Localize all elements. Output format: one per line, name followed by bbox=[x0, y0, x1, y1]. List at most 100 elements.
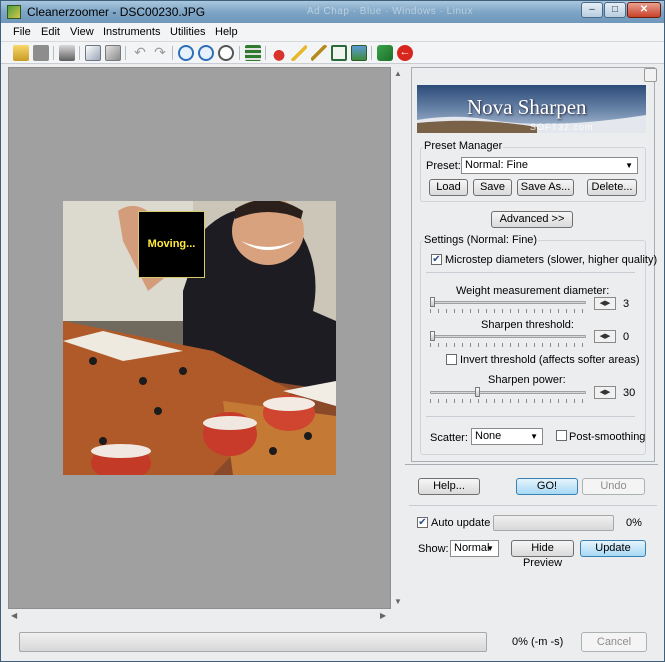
scroll-down-icon[interactable]: ▼ bbox=[394, 597, 402, 606]
show-select-value: Normal bbox=[454, 542, 490, 554]
weight-spinner[interactable]: ◀▶ bbox=[594, 297, 616, 310]
arrows-icon[interactable] bbox=[377, 45, 393, 61]
threshold-spinner[interactable]: ◀▶ bbox=[594, 330, 616, 343]
image-icon[interactable] bbox=[351, 45, 367, 61]
threshold-slider-thumb[interactable] bbox=[430, 331, 435, 341]
auto-update-label: Auto update bbox=[431, 517, 491, 529]
toolbar-separator bbox=[371, 46, 372, 60]
undo-icon[interactable]: ↶ bbox=[132, 45, 148, 61]
preset-manager-label: Preset Manager bbox=[423, 140, 504, 152]
panel-scrollbar[interactable] bbox=[644, 68, 657, 82]
cancel-button[interactable]: Cancel bbox=[581, 632, 647, 652]
magic-wand-icon[interactable] bbox=[311, 45, 327, 61]
scroll-up-icon[interactable]: ▲ bbox=[394, 69, 402, 78]
brush-icon[interactable] bbox=[291, 45, 307, 61]
divider bbox=[426, 272, 635, 273]
scroll-right-icon[interactable]: ▶ bbox=[380, 611, 386, 620]
main-progress-bar bbox=[19, 632, 487, 652]
canvas-horizontal-scrollbar[interactable]: ◀ ▶ bbox=[8, 609, 391, 623]
stop-icon[interactable]: ← bbox=[397, 45, 413, 61]
show-select[interactable]: Normal ▼ bbox=[450, 540, 499, 557]
divider bbox=[405, 464, 658, 465]
weight-label: Weight measurement diameter: bbox=[456, 285, 610, 297]
canvas-vertical-scrollbar[interactable]: ▲ ▼ bbox=[391, 67, 405, 609]
toolbar-separator bbox=[79, 46, 80, 60]
threshold-slider[interactable] bbox=[430, 335, 586, 338]
open-icon[interactable] bbox=[13, 45, 29, 61]
preset-label: Preset: bbox=[426, 160, 461, 172]
filter-icon[interactable] bbox=[245, 45, 261, 61]
scatter-select-value: None bbox=[475, 430, 502, 442]
power-label: Sharpen power: bbox=[488, 374, 566, 386]
weight-slider-thumb[interactable] bbox=[430, 297, 435, 307]
weight-slider[interactable] bbox=[430, 301, 586, 304]
power-slider[interactable] bbox=[430, 391, 586, 394]
status-bar: 0% (-m -s) Cancel bbox=[1, 627, 664, 661]
threshold-value: 0 bbox=[623, 331, 630, 343]
panel-progress-text: 0% bbox=[626, 517, 642, 529]
power-spinner[interactable]: ◀▶ bbox=[594, 386, 616, 399]
save-as-button[interactable]: Save As... bbox=[517, 179, 574, 196]
zoom-in-icon[interactable] bbox=[178, 45, 194, 61]
chevron-down-icon: ▼ bbox=[530, 432, 538, 441]
redo-icon[interactable]: ↷ bbox=[152, 45, 168, 61]
toolbar-separator bbox=[265, 46, 266, 60]
delete-preset-button[interactable]: Delete... bbox=[587, 179, 637, 196]
toolbar-separator bbox=[172, 46, 173, 60]
power-value: 30 bbox=[623, 387, 636, 399]
color-icon[interactable] bbox=[271, 45, 287, 61]
print-icon[interactable] bbox=[59, 45, 75, 61]
zoom-fit-icon[interactable] bbox=[218, 45, 234, 61]
update-button[interactable]: Update bbox=[580, 540, 646, 557]
auto-update-checkbox[interactable]: ✔ bbox=[417, 517, 428, 528]
panel-progress-bar bbox=[493, 515, 614, 531]
menu-utilities[interactable]: Utilities bbox=[170, 26, 205, 38]
moving-overlay: Moving... bbox=[138, 211, 205, 278]
toolbar-separator bbox=[125, 46, 126, 60]
plugin-banner: Nova Sharpen SOFT32.com bbox=[417, 85, 646, 133]
go-button[interactable]: GO! bbox=[516, 478, 578, 495]
scatter-label: Scatter: bbox=[430, 432, 468, 444]
scroll-left-icon[interactable]: ◀ bbox=[11, 611, 17, 620]
title-bar[interactable]: Cleanerzoomer - DSC00230.JPG Ad Chap · B… bbox=[1, 1, 664, 23]
chevron-down-icon: ▼ bbox=[625, 161, 633, 170]
hide-preview-button[interactable]: Hide Preview bbox=[511, 540, 574, 569]
power-slider-thumb[interactable] bbox=[475, 387, 480, 397]
minimize-button[interactable]: – bbox=[581, 2, 603, 18]
maximize-button[interactable]: □ bbox=[604, 2, 626, 18]
menu-help[interactable]: Help bbox=[215, 26, 238, 38]
menu-edit[interactable]: Edit bbox=[41, 26, 60, 38]
toolbar-separator bbox=[53, 46, 54, 60]
undo-button[interactable]: Undo bbox=[582, 478, 645, 495]
paste-icon[interactable] bbox=[105, 45, 121, 61]
divider bbox=[409, 505, 657, 506]
post-smoothing-checkbox[interactable] bbox=[556, 430, 567, 441]
close-button[interactable]: ✕ bbox=[627, 2, 661, 18]
app-icon bbox=[7, 5, 21, 19]
toolbar: ↶ ↷ ← bbox=[1, 42, 664, 64]
threshold-label: Sharpen threshold: bbox=[481, 319, 574, 331]
scatter-select[interactable]: None ▼ bbox=[471, 428, 543, 445]
preset-select[interactable]: Normal: Fine ▼ bbox=[461, 157, 638, 174]
menu-view[interactable]: View bbox=[70, 26, 94, 38]
weight-slider-ticks bbox=[430, 309, 586, 313]
copy-icon[interactable] bbox=[85, 45, 101, 61]
save-icon[interactable] bbox=[33, 45, 49, 61]
invert-threshold-label: Invert threshold (affects softer areas) bbox=[460, 354, 640, 366]
microstep-checkbox[interactable]: ✔ bbox=[431, 254, 442, 265]
load-button[interactable]: Load bbox=[429, 179, 468, 196]
invert-threshold-checkbox[interactable] bbox=[446, 354, 457, 365]
advanced-button[interactable]: Advanced >> bbox=[491, 211, 573, 228]
menu-bar: File Edit View Instruments Utilities Hel… bbox=[1, 23, 664, 42]
toolbar-separator bbox=[239, 46, 240, 60]
post-smoothing-label: Post-smoothing bbox=[569, 431, 646, 443]
microstep-label: Microstep diameters (slower, higher qual… bbox=[445, 254, 658, 266]
zoom-out-icon[interactable] bbox=[198, 45, 214, 61]
help-button[interactable]: Help... bbox=[418, 478, 480, 495]
threshold-slider-ticks bbox=[430, 343, 586, 347]
menu-instruments[interactable]: Instruments bbox=[103, 26, 160, 38]
crop-icon[interactable] bbox=[331, 45, 347, 61]
menu-file[interactable]: File bbox=[13, 26, 31, 38]
power-slider-ticks bbox=[430, 399, 586, 403]
save-preset-button[interactable]: Save bbox=[473, 179, 512, 196]
